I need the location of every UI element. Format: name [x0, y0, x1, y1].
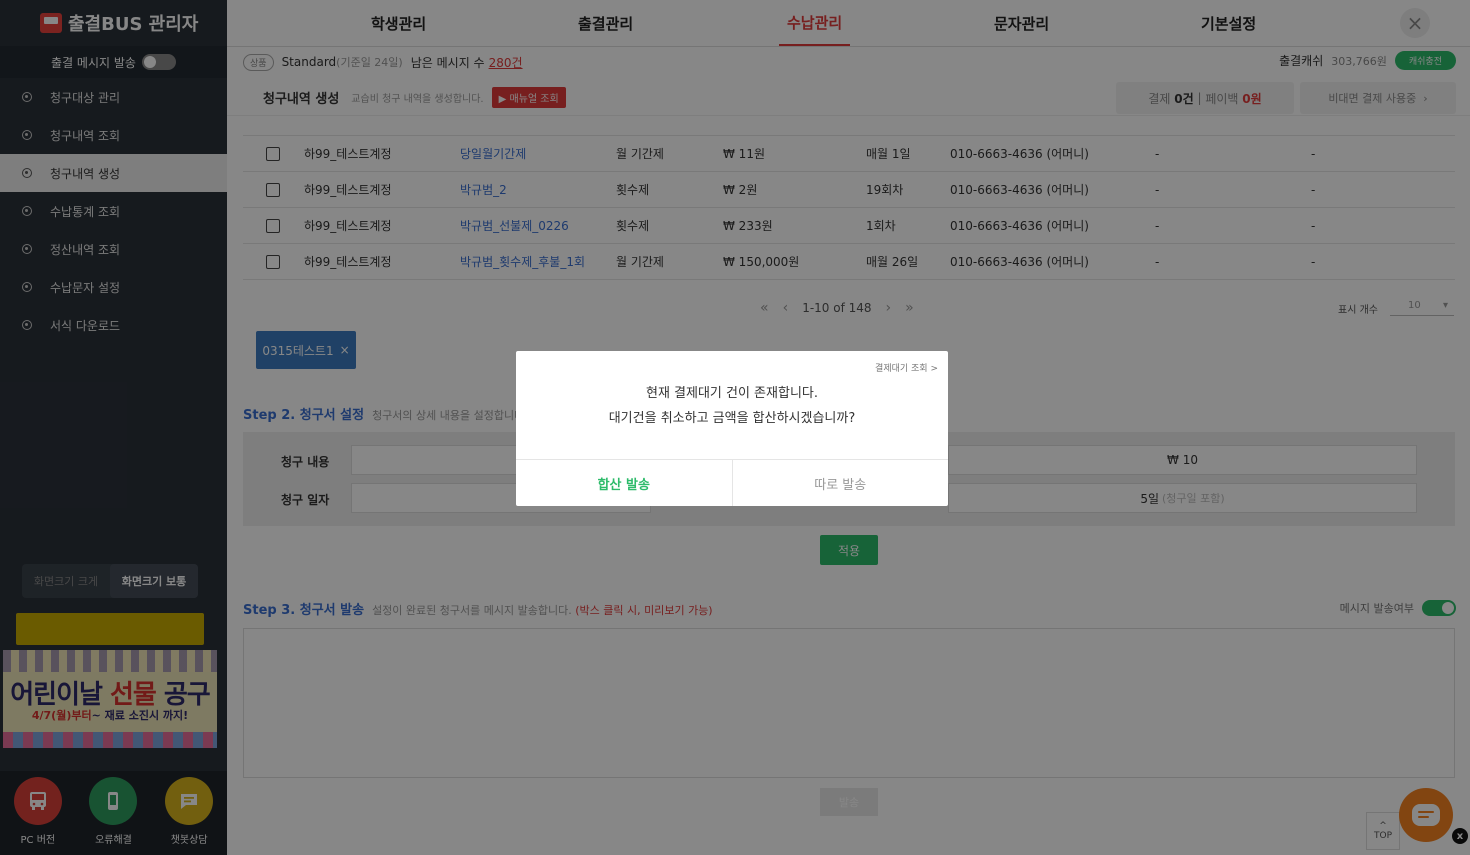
confirm-dialog: 결제대기 조회 > 현재 결제대기 건이 존재합니다. 대기건을 취소하고 금액… [516, 351, 948, 506]
dialog-message-line: 현재 결제대기 건이 존재합니다. [645, 386, 818, 401]
dialog-message: 현재 결제대기 건이 존재합니다. 대기건을 취소하고 금액을 합산하시겠습니까… [516, 381, 948, 431]
dialog-message-line: 대기건을 취소하고 금액을 합산하시겠습니까? [608, 411, 856, 426]
pending-payment-link[interactable]: 결제대기 조회 > [875, 361, 938, 374]
separate-send-button[interactable]: 따로 발송 [733, 460, 949, 506]
dialog-actions: 합산 발송 따로 발송 [516, 459, 948, 506]
combine-send-button[interactable]: 합산 발송 [516, 460, 733, 506]
